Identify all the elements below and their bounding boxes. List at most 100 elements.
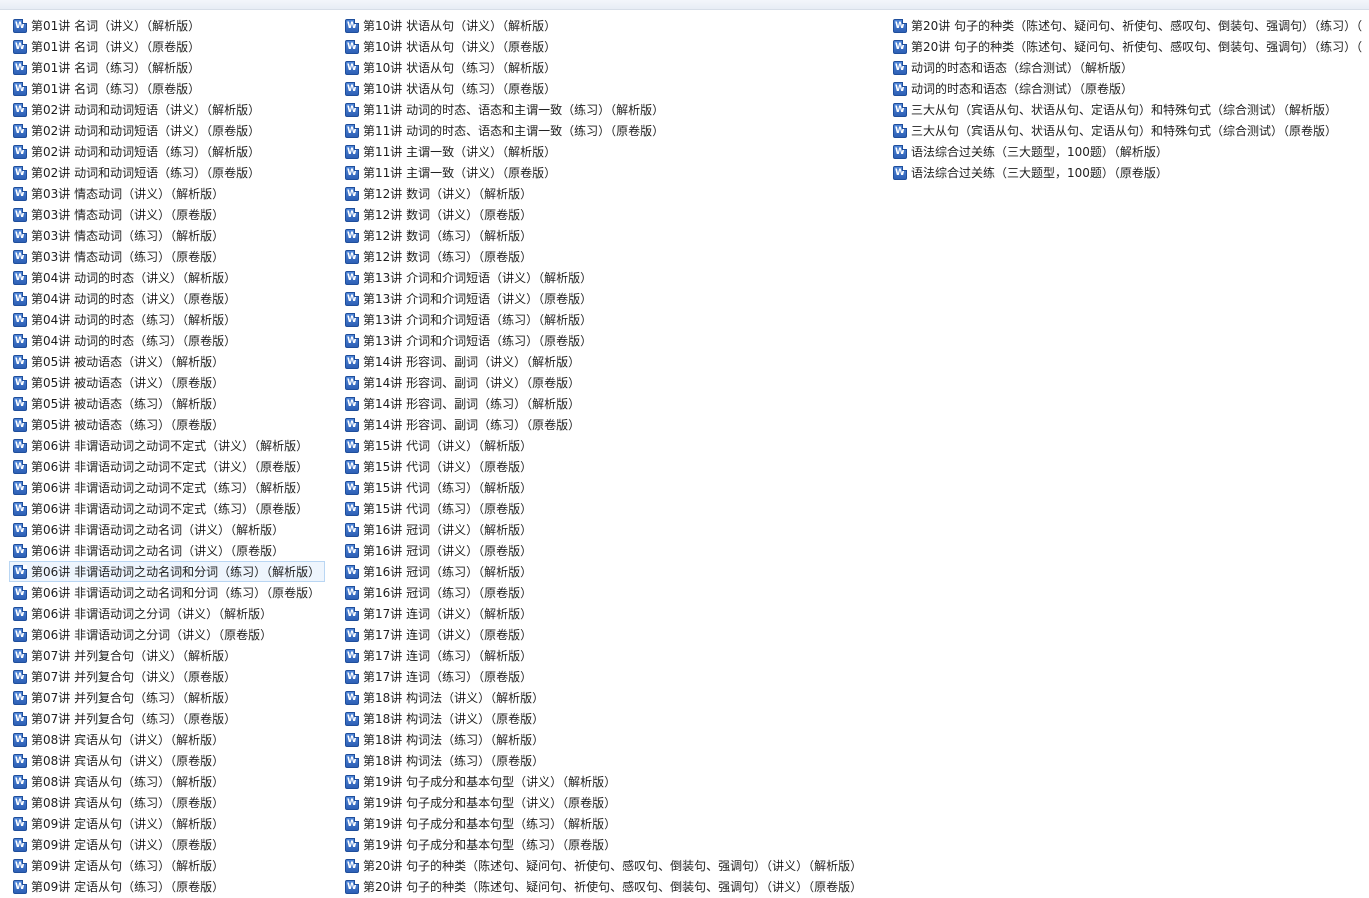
file-item[interactable]: W 第18讲 构词法（讲义）（解析版）: [341, 687, 867, 708]
file-item[interactable]: W 第08讲 宾语从句（讲义）（解析版）: [9, 729, 325, 750]
file-item[interactable]: W 三大从句（宾语从句、状语从句、定语从句）和特殊句式（综合测试）（原卷版）: [889, 120, 1367, 141]
file-item[interactable]: W 第12讲 数词（练习）（解析版）: [341, 225, 867, 246]
file-item[interactable]: W 第06讲 非谓语动词之动名词和分词（练习）（原卷版）: [9, 582, 325, 603]
file-item[interactable]: W 第16讲 冠词（练习）（原卷版）: [341, 582, 867, 603]
file-item[interactable]: W 第14讲 形容词、副词（讲义）（解析版）: [341, 351, 867, 372]
file-item[interactable]: W 第18讲 构词法（练习）（解析版）: [341, 729, 867, 750]
file-item[interactable]: W 第16讲 冠词（讲义）（原卷版）: [341, 540, 867, 561]
file-item[interactable]: W 第12讲 数词（练习）（原卷版）: [341, 246, 867, 267]
file-item[interactable]: W 第12讲 数词（讲义）（解析版）: [341, 183, 867, 204]
file-name-label: 第12讲 数词（讲义）（原卷版）: [363, 208, 533, 222]
file-item[interactable]: W 第03讲 情态动词（讲义）（解析版）: [9, 183, 325, 204]
file-item[interactable]: W 第09讲 定语从句（练习）（原卷版）: [9, 876, 325, 897]
file-item[interactable]: W 第09讲 定语从句（讲义）（原卷版）: [9, 834, 325, 855]
file-item[interactable]: W 第13讲 介词和介词短语（讲义）（原卷版）: [341, 288, 867, 309]
file-item[interactable]: W 第04讲 动词的时态（讲义）（原卷版）: [9, 288, 325, 309]
file-item[interactable]: W 第06讲 非谓语动词之动词不定式（讲义）（原卷版）: [9, 456, 325, 477]
file-item[interactable]: W 第15讲 代词（讲义）（原卷版）: [341, 456, 867, 477]
file-item[interactable]: W 第06讲 非谓语动词之动名词（讲义）（原卷版）: [9, 540, 325, 561]
file-item[interactable]: W 第03讲 情态动词（讲义）（原卷版）: [9, 204, 325, 225]
file-item[interactable]: W 第02讲 动词和动词短语（练习）（解析版）: [9, 141, 325, 162]
file-item[interactable]: W 第02讲 动词和动词短语（讲义）（解析版）: [9, 99, 325, 120]
file-item[interactable]: W 第07讲 并列复合句（练习）（解析版）: [9, 687, 325, 708]
file-item[interactable]: W 第19讲 句子成分和基本句型（练习）（解析版）: [341, 813, 867, 834]
file-item[interactable]: W 第06讲 非谓语动词之动词不定式（练习）（解析版）: [9, 477, 325, 498]
file-item[interactable]: W 语法综合过关练（三大题型，100题）（原卷版）: [889, 162, 1367, 183]
file-item[interactable]: W 第02讲 动词和动词短语（讲义）（原卷版）: [9, 120, 325, 141]
file-item[interactable]: W 第11讲 主谓一致（讲义）（原卷版）: [341, 162, 867, 183]
file-item[interactable]: W 第07讲 并列复合句（讲义）（解析版）: [9, 645, 325, 666]
file-item[interactable]: W 第08讲 宾语从句（练习）（解析版）: [9, 771, 325, 792]
file-item[interactable]: W 第14讲 形容词、副词（讲义）（原卷版）: [341, 372, 867, 393]
file-item[interactable]: W 第08讲 宾语从句（讲义）（原卷版）: [9, 750, 325, 771]
file-item[interactable]: W 第14讲 形容词、副词（练习）（解析版）: [341, 393, 867, 414]
file-item[interactable]: W 第12讲 数词（讲义）（原卷版）: [341, 204, 867, 225]
file-item[interactable]: W 第17讲 连词（练习）（原卷版）: [341, 666, 867, 687]
file-item[interactable]: W 第02讲 动词和动词短语（练习）（原卷版）: [9, 162, 325, 183]
file-item[interactable]: W 第13讲 介词和介词短语（练习）（解析版）: [341, 309, 867, 330]
file-item[interactable]: W 第04讲 动词的时态（练习）（原卷版）: [9, 330, 325, 351]
file-item[interactable]: W 第01讲 名词（练习）（解析版）: [9, 57, 325, 78]
file-item[interactable]: W 第05讲 被动语态（讲义）（解析版）: [9, 351, 325, 372]
file-item[interactable]: W 第10讲 状语从句（练习）（原卷版）: [341, 78, 867, 99]
file-name-label: 第17讲 连词（练习）（解析版）: [363, 649, 533, 663]
file-item[interactable]: W 第20讲 句子的种类（陈述句、疑问句、祈使句、感叹句、倒装句、强调句）（讲义）…: [341, 855, 867, 876]
file-item[interactable]: W 第06讲 非谓语动词之分词（讲义）（原卷版）: [9, 624, 325, 645]
file-item[interactable]: W 第18讲 构词法（练习）（原卷版）: [341, 750, 867, 771]
file-item[interactable]: W 第06讲 非谓语动词之动词不定式（练习）（原卷版）: [9, 498, 325, 519]
file-item[interactable]: W 第20讲 句子的种类（陈述句、疑问句、祈使句、感叹句、倒装句、强调句）（练习）…: [889, 15, 1367, 36]
file-item[interactable]: W 第05讲 被动语态（练习）（解析版）: [9, 393, 325, 414]
file-item[interactable]: W 第09讲 定语从句（练习）（解析版）: [9, 855, 325, 876]
file-item[interactable]: W 第19讲 句子成分和基本句型（讲义）（解析版）: [341, 771, 867, 792]
file-item[interactable]: W 第17讲 连词（讲义）（解析版）: [341, 603, 867, 624]
file-item[interactable]: W 动词的时态和语态（综合测试）（解析版）: [889, 57, 1367, 78]
file-item[interactable]: W 第13讲 介词和介词短语（练习）（原卷版）: [341, 330, 867, 351]
file-item[interactable]: W 第15讲 代词（讲义）（解析版）: [341, 435, 867, 456]
word-document-icon: W: [13, 543, 27, 558]
file-item[interactable]: W 第04讲 动词的时态（讲义）（解析版）: [9, 267, 325, 288]
file-item[interactable]: W 第18讲 构词法（讲义）（原卷版）: [341, 708, 867, 729]
file-item[interactable]: W 语法综合过关练（三大题型，100题）（解析版）: [889, 141, 1367, 162]
file-item[interactable]: W 第06讲 非谓语动词之动名词（讲义）（解析版）: [9, 519, 325, 540]
file-item[interactable]: W 第16讲 冠词（讲义）（解析版）: [341, 519, 867, 540]
file-item[interactable]: W 第09讲 定语从句（讲义）（解析版）: [9, 813, 325, 834]
word-document-icon: W: [345, 312, 359, 327]
file-item[interactable]: W 第01讲 名词（练习）（原卷版）: [9, 78, 325, 99]
file-item[interactable]: W 第01讲 名词（讲义）（原卷版）: [9, 36, 325, 57]
file-item[interactable]: W 第07讲 并列复合句（练习）（原卷版）: [9, 708, 325, 729]
file-item[interactable]: W 第19讲 句子成分和基本句型（练习）（原卷版）: [341, 834, 867, 855]
file-item[interactable]: W 第14讲 形容词、副词（练习）（原卷版）: [341, 414, 867, 435]
file-item[interactable]: W 第16讲 冠词（练习）（解析版）: [341, 561, 867, 582]
file-item[interactable]: W 第06讲 非谓语动词之动名词和分词（练习）（解析版）: [9, 561, 326, 582]
file-item[interactable]: W 第11讲 主谓一致（讲义）（解析版）: [341, 141, 867, 162]
file-item[interactable]: W 第07讲 并列复合句（讲义）（原卷版）: [9, 666, 325, 687]
file-item[interactable]: W 第11讲 动词的时态、语态和主谓一致（练习）（原卷版）: [341, 120, 867, 141]
file-item[interactable]: W 第10讲 状语从句（练习）（解析版）: [341, 57, 867, 78]
file-item[interactable]: W 第01讲 名词（讲义）（解析版）: [9, 15, 325, 36]
file-item[interactable]: W 三大从句（宾语从句、状语从句、定语从句）和特殊句式（综合测试）（解析版）: [889, 99, 1367, 120]
file-item[interactable]: W 第10讲 状语从句（讲义）（原卷版）: [341, 36, 867, 57]
file-item[interactable]: W 动词的时态和语态（综合测试）（原卷版）: [889, 78, 1367, 99]
file-item[interactable]: W 第20讲 句子的种类（陈述句、疑问句、祈使句、感叹句、倒装句、强调句）（练习）…: [889, 36, 1367, 57]
file-item[interactable]: W 第11讲 动词的时态、语态和主谓一致（练习）（解析版）: [341, 99, 867, 120]
file-item[interactable]: W 第03讲 情态动词（练习）（原卷版）: [9, 246, 325, 267]
file-name-label: 第06讲 非谓语动词之动词不定式（练习）（原卷版）: [31, 502, 309, 516]
word-document-icon: W: [893, 18, 907, 33]
file-item[interactable]: W 第08讲 宾语从句（练习）（原卷版）: [9, 792, 325, 813]
word-document-icon: W: [13, 648, 27, 663]
file-item[interactable]: W 第17讲 连词（讲义）（原卷版）: [341, 624, 867, 645]
file-name-label: 第09讲 定语从句（练习）（原卷版）: [31, 880, 225, 894]
file-item[interactable]: W 第05讲 被动语态（练习）（原卷版）: [9, 414, 325, 435]
file-item[interactable]: W 第10讲 状语从句（讲义）（解析版）: [341, 15, 867, 36]
file-item[interactable]: W 第03讲 情态动词（练习）（解析版）: [9, 225, 325, 246]
file-item[interactable]: W 第17讲 连词（练习）（解析版）: [341, 645, 867, 666]
file-item[interactable]: W 第15讲 代词（练习）（原卷版）: [341, 498, 867, 519]
file-item[interactable]: W 第20讲 句子的种类（陈述句、疑问句、祈使句、感叹句、倒装句、强调句）（讲义）…: [341, 876, 867, 897]
file-item[interactable]: W 第06讲 非谓语动词之分词（讲义）（解析版）: [9, 603, 325, 624]
file-item[interactable]: W 第19讲 句子成分和基本句型（讲义）（原卷版）: [341, 792, 867, 813]
file-item[interactable]: W 第05讲 被动语态（讲义）（原卷版）: [9, 372, 325, 393]
file-item[interactable]: W 第04讲 动词的时态（练习）（解析版）: [9, 309, 325, 330]
file-item[interactable]: W 第13讲 介词和介词短语（讲义）（解析版）: [341, 267, 867, 288]
file-item[interactable]: W 第06讲 非谓语动词之动词不定式（讲义）（解析版）: [9, 435, 325, 456]
file-item[interactable]: W 第15讲 代词（练习）（解析版）: [341, 477, 867, 498]
